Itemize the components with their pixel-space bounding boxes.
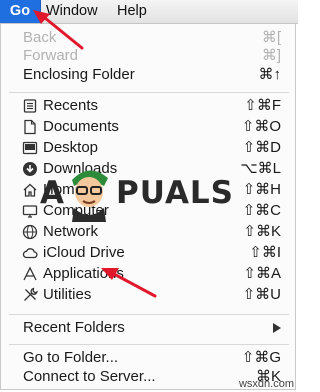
menu-item-documents[interactable]: Documents ⇧⌘O — [1, 116, 295, 138]
menu-item-shortcut: ⇧⌘D — [242, 139, 281, 156]
menu-item-label: Downloads — [43, 160, 118, 177]
menu-item-shortcut: ⇧⌘C — [242, 202, 281, 219]
menu-item-label: Computer — [43, 202, 109, 219]
applications-icon — [22, 266, 38, 282]
menu-separator — [9, 344, 289, 345]
menu-separator — [9, 314, 289, 315]
menu-item-recents[interactable]: Recents ⇧⌘F — [1, 95, 295, 117]
desktop-icon — [22, 140, 38, 156]
menu-item-utilities[interactable]: Utilities ⇧⌘U — [1, 284, 295, 306]
menu-item-label: Recent Folders — [23, 319, 125, 336]
menu-item-label: Desktop — [43, 139, 99, 156]
menu-item-label: iCloud Drive — [43, 244, 125, 261]
menu-item-shortcut: ⇧⌘F — [244, 97, 281, 114]
menubar-help[interactable]: Help — [117, 0, 147, 23]
menu-item-shortcut: ⇧⌘A — [243, 265, 281, 282]
menu-item-downloads[interactable]: Downloads ⌥⌘L — [1, 158, 295, 180]
site-credit: wsxdn.com — [238, 378, 294, 390]
menu-item-label: Utilities — [43, 286, 92, 303]
go-menu: Back ⌘[ Forward ⌘] Enclosing Folder ⌘↑ R… — [0, 24, 296, 390]
menu-item-shortcut: ⇧⌘U — [242, 286, 281, 303]
menu-item-shortcut: ⇧⌘H — [242, 181, 281, 198]
menu-item-label: Applications — [43, 265, 124, 282]
menu-item-label: Home — [43, 181, 84, 198]
utilities-icon — [22, 287, 38, 303]
menu-item-shortcut: ⌘↑ — [258, 66, 282, 83]
menu-item-desktop[interactable]: Desktop ⇧⌘D — [1, 137, 295, 159]
menu-item-shortcut: ⇧⌘K — [243, 223, 281, 240]
cloud-icon — [22, 245, 38, 261]
menu-item-label: Enclosing Folder — [23, 66, 135, 83]
menu-item-enclosing-folder[interactable]: Enclosing Folder ⌘↑ — [1, 64, 295, 86]
downloads-icon — [22, 161, 38, 177]
menu-item-applications[interactable]: Applications ⇧⌘A — [1, 263, 295, 285]
submenu-arrow-icon — [273, 323, 281, 333]
menu-item-shortcut: ⇧⌘I — [249, 244, 281, 261]
menu-item-computer[interactable]: Computer ⇧⌘C — [1, 200, 295, 222]
menubar-go[interactable]: Go — [0, 0, 41, 23]
network-icon — [22, 224, 38, 240]
menu-item-label: Recents — [43, 97, 99, 114]
computer-icon — [22, 203, 38, 219]
menu-item-home[interactable]: Home ⇧⌘H — [1, 179, 295, 201]
menu-item-label: Documents — [43, 118, 119, 135]
menu-item-label: Connect to Server... — [23, 368, 156, 385]
menu-item-icloud-drive[interactable]: iCloud Drive ⇧⌘I — [1, 242, 295, 264]
menu-item-network[interactable]: Network ⇧⌘K — [1, 221, 295, 243]
menu-item-shortcut: ⇧⌘O — [241, 118, 281, 135]
menu-bar: Go Window Help — [0, 0, 298, 24]
home-icon — [22, 182, 38, 198]
recents-icon — [22, 98, 38, 114]
documents-icon — [22, 119, 38, 135]
menu-item-recent-folders[interactable]: Recent Folders — [1, 317, 295, 339]
menu-separator — [9, 92, 289, 93]
menubar-window[interactable]: Window — [46, 0, 98, 23]
menu-item-label: Network — [43, 223, 99, 240]
menu-item-shortcut: ⌥⌘L — [240, 160, 281, 177]
